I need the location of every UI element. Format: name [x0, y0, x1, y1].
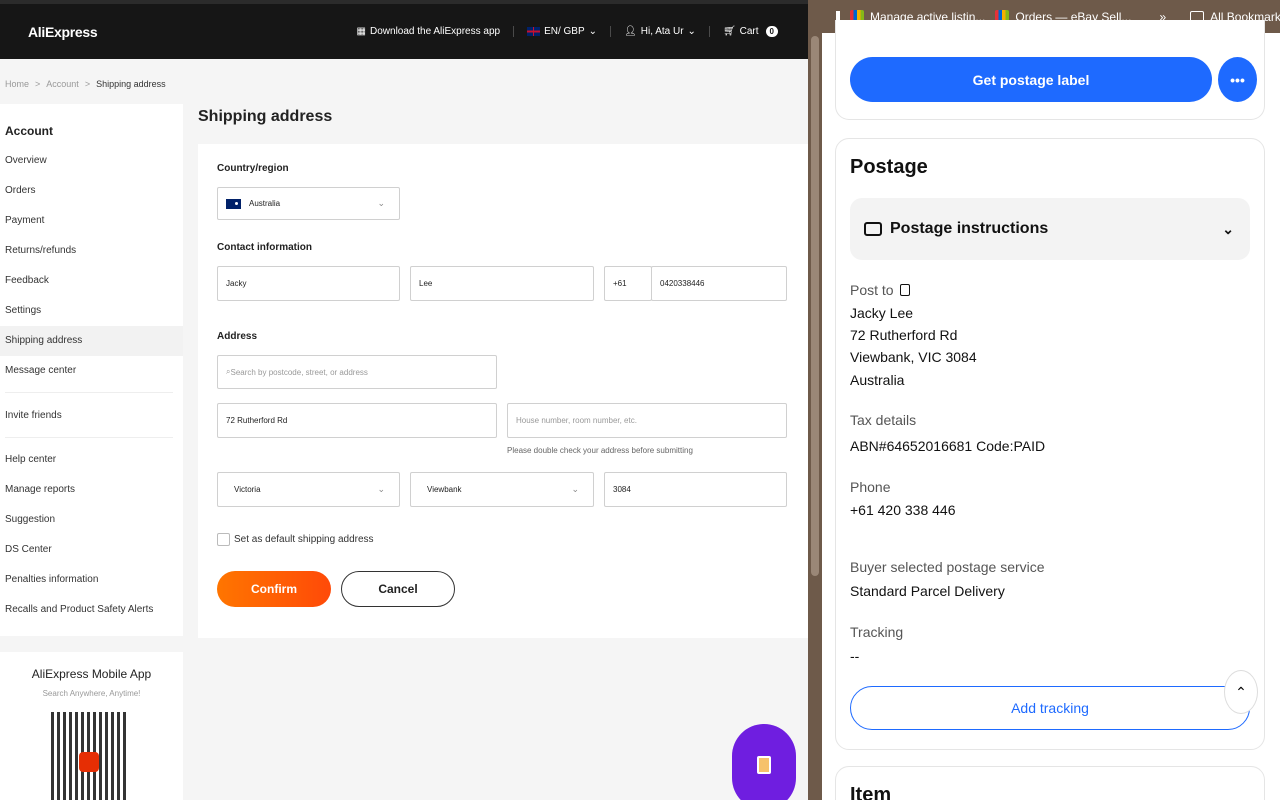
postcode-input[interactable]: 3084 — [604, 472, 787, 507]
post-to-label: Post to — [850, 282, 910, 298]
sidebar-item-suggestion[interactable]: Suggestion — [0, 505, 183, 535]
cart-icon: 🛒︎ — [722, 26, 736, 37]
phone-code-select[interactable]: +61 — [604, 266, 652, 301]
get-postage-label-button[interactable]: Get postage label — [850, 57, 1212, 102]
copy-icon[interactable] — [899, 284, 910, 296]
ebay-window: Manage active listin... Orders — eBay Se… — [822, 0, 1280, 800]
sidebar-item-orders[interactable]: Orders — [0, 176, 183, 206]
sidebar-item-payment[interactable]: Payment — [0, 206, 183, 236]
app-promo-subtitle: Search Anywhere, Anytime! — [42, 689, 141, 698]
sidebar-item-recalls[interactable]: Recalls and Product Safety Alerts — [0, 595, 183, 625]
sidebar-item-feedback[interactable]: Feedback — [0, 266, 183, 296]
country-select[interactable]: Australia ⌄ — [217, 187, 400, 220]
aliexpress-app-icon — [79, 752, 99, 772]
uk-flag-icon — [527, 27, 541, 36]
sidebar-item-invite-friends[interactable]: Invite friends — [0, 401, 183, 431]
address-line: Jacky Lee — [850, 305, 914, 321]
account-menu[interactable]: 👤︎ Hi, Ata Ur ⌄ — [611, 26, 710, 37]
address-line: 72 Rutherford Rd — [850, 327, 958, 343]
postage-instructions-toggle[interactable]: Postage instructions ⌄ — [850, 198, 1250, 260]
postage-service-label: Buyer selected postage service — [850, 559, 1045, 575]
chevron-down-icon: ⌄ — [1222, 220, 1234, 237]
address-label: Address — [217, 331, 258, 342]
house-number-input[interactable]: House number, room number, etc. — [507, 403, 787, 438]
phone-label: Phone — [850, 479, 891, 495]
sidebar-item-message-center[interactable]: Message center — [0, 356, 183, 386]
download-app-link[interactable]: ▦ Download the AliExpress app — [344, 26, 515, 37]
australia-flag-icon — [226, 198, 241, 209]
first-name-input[interactable]: Jacky — [217, 266, 400, 301]
contact-label: Contact information — [217, 242, 312, 253]
sidebar-divider — [5, 437, 173, 438]
page-title: Shipping address — [198, 108, 333, 125]
tracking-label: Tracking — [850, 624, 904, 640]
chevron-up-icon: ⌃ — [1235, 683, 1247, 700]
aliexpress-window: AliExpress ▦ Download the AliExpress app… — [0, 0, 808, 800]
chevron-down-icon: ⌄ — [377, 198, 385, 208]
phone-value: +61 420 338 446 — [850, 502, 956, 518]
sidebar-item-returns[interactable]: Returns/refunds — [0, 236, 183, 266]
confirm-button[interactable]: Confirm — [217, 571, 331, 607]
clipboard-icon — [757, 756, 771, 774]
breadcrumb: Home > Account > Shipping address — [5, 79, 166, 89]
sidebar-item-manage-reports[interactable]: Manage reports — [0, 475, 183, 505]
sidebar-item-penalties[interactable]: Penalties information — [0, 565, 183, 595]
breadcrumb-current: Shipping address — [96, 79, 166, 89]
address-search-input[interactable]: ⌕ Search by postcode, street, or address — [217, 355, 497, 389]
tracking-value: -- — [850, 648, 860, 664]
item-card — [835, 766, 1265, 800]
sidebar-item-overview[interactable]: Overview — [0, 146, 183, 176]
aliexpress-header: AliExpress ▦ Download the AliExpress app… — [0, 4, 808, 59]
scrollbar-thumb[interactable] — [811, 36, 819, 576]
chevron-down-icon: ⌄ — [571, 484, 579, 494]
street-input[interactable]: 72 Rutherford Rd — [217, 403, 497, 438]
aliexpress-logo[interactable]: AliExpress — [28, 24, 98, 40]
chevron-down-icon: ⌄ — [377, 484, 385, 494]
user-icon: 👤︎ — [624, 26, 637, 37]
cart-count-badge: 0 — [765, 26, 778, 37]
phone-input[interactable]: 0420338446 — [651, 266, 787, 301]
sidebar-title: Account — [5, 124, 53, 138]
cancel-button[interactable]: Cancel — [341, 571, 455, 607]
mobile-app-promo: AliExpress Mobile App Search Anywhere, A… — [0, 652, 183, 800]
sidebar-divider — [5, 392, 173, 393]
sidebar-item-ds-center[interactable]: DS Center — [0, 535, 183, 565]
account-sidebar: Account Overview Orders Payment Returns/… — [0, 104, 183, 636]
tax-details-value: ABN#64652016681 Code:PAID — [850, 438, 1046, 454]
default-address-label[interactable]: Set as default shipping address — [234, 534, 374, 545]
scrollbar[interactable] — [808, 0, 822, 800]
address-line: Viewbank, VIC 3084 — [850, 349, 977, 365]
chevron-down-icon: ⌄ — [588, 26, 598, 37]
sidebar-item-help-center[interactable]: Help center — [0, 445, 183, 475]
breadcrumb-home[interactable]: Home — [5, 79, 29, 89]
default-address-checkbox[interactable] — [217, 533, 230, 546]
chevron-down-icon: ⌄ — [687, 26, 696, 37]
locale-selector[interactable]: EN/ GBP ⌄ — [514, 26, 612, 37]
floating-assistant-button[interactable] — [732, 724, 796, 800]
postage-heading: Postage — [850, 156, 928, 178]
add-tracking-button[interactable]: Add tracking — [850, 686, 1250, 730]
country-label: Country/region — [217, 163, 289, 174]
sidebar-item-shipping-address[interactable]: Shipping address — [0, 326, 183, 356]
address-line: Australia — [850, 372, 905, 388]
app-promo-title: AliExpress Mobile App — [31, 667, 152, 681]
sidebar-item-settings[interactable]: Settings — [0, 296, 183, 326]
tax-details-label: Tax details — [850, 412, 917, 428]
scroll-to-top-button[interactable]: ⌃ — [1224, 670, 1258, 714]
breadcrumb-account[interactable]: Account — [46, 79, 79, 89]
postage-service-value: Standard Parcel Delivery — [850, 583, 1005, 599]
qr-icon: ▦ — [356, 26, 366, 37]
last-name-input[interactable]: Lee — [410, 266, 594, 301]
state-select[interactable]: Victoria ⌄ — [217, 472, 400, 507]
item-heading: Item — [850, 784, 892, 800]
more-options-button[interactable]: ••• — [1218, 57, 1257, 102]
cart-link[interactable]: 🛒︎ Cart 0 — [710, 26, 780, 37]
address-hint: Please double check your address before … — [507, 446, 693, 455]
city-select[interactable]: Viewbank ⌄ — [410, 472, 594, 507]
truck-icon — [864, 222, 882, 236]
